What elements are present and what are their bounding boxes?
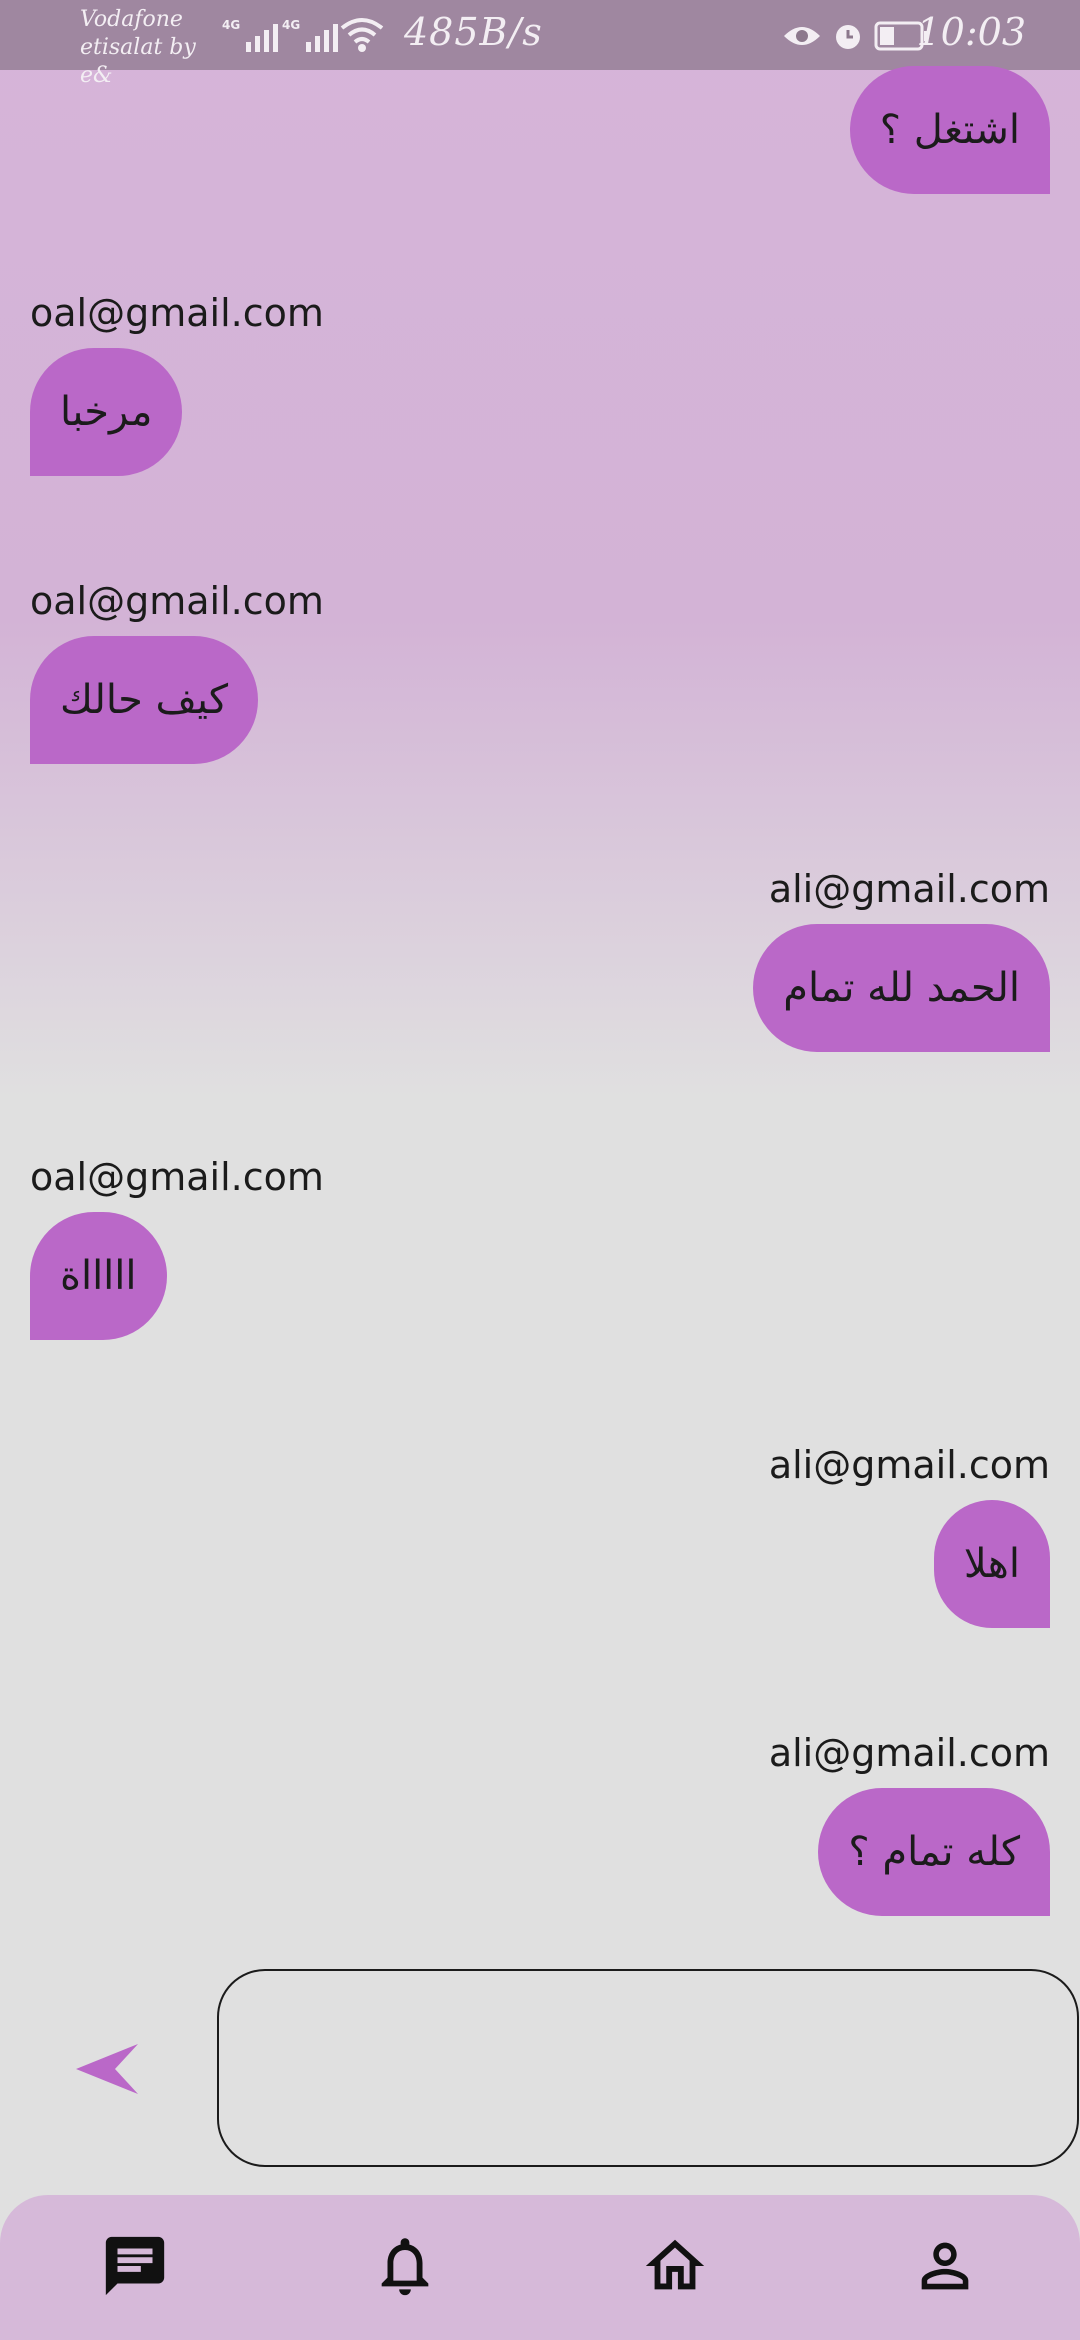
carrier-name: Vodafone etisalat by e& <box>80 6 230 90</box>
home-icon <box>645 2239 705 2290</box>
network-speed: 485B/s <box>404 10 543 54</box>
eye-icon <box>784 27 820 45</box>
signal-strength-icon: 4G <box>222 18 279 52</box>
message-bubble[interactable]: كيف حالك <box>30 636 259 764</box>
message-sender: ali@gmail.com <box>768 1443 1050 1487</box>
clock: 10:03 <box>916 10 1026 54</box>
carrier-line-2: etisalat by e& <box>80 35 196 88</box>
profile-icon <box>921 2242 969 2290</box>
wifi-icon <box>340 18 384 52</box>
message-item: ali@gmail.com كله تمام ؟ <box>769 1730 1050 1916</box>
bottom-navigation <box>0 2195 1080 2340</box>
message-sender: ali@gmail.com <box>768 1731 1050 1775</box>
message-sender: ali@gmail.com <box>768 867 1050 911</box>
nav-notifications[interactable] <box>370 2231 440 2301</box>
status-icons <box>782 16 930 56</box>
message-sender: oal@gmail.com <box>30 291 324 335</box>
message-item: اشتغل ؟ <box>849 66 1050 194</box>
network-type-label-2: 4G <box>282 18 301 32</box>
send-icon[interactable] <box>70 2038 144 2100</box>
message-sender: oal@gmail.com <box>30 579 324 623</box>
message-bubble[interactable]: اااااة <box>30 1212 167 1340</box>
alarm-icon <box>836 25 860 49</box>
message-bubble[interactable]: كله تمام ؟ <box>818 1788 1050 1916</box>
message-bubble[interactable]: اهلا <box>933 1500 1050 1628</box>
message-input[interactable] <box>217 1969 1079 2167</box>
chat-icon <box>105 2236 165 2296</box>
status-bar: Vodafone etisalat by e& 4G 4G 485B/s 10:… <box>0 0 1080 88</box>
carrier-line-1: Vodafone <box>80 7 183 32</box>
message-item: oal@gmail.com مرخبا <box>30 290 324 476</box>
nav-home[interactable] <box>640 2231 710 2301</box>
message-item: oal@gmail.com اااااة <box>30 1154 324 1340</box>
bell-icon <box>381 2238 429 2296</box>
nav-chat[interactable] <box>100 2231 170 2301</box>
message-item: ali@gmail.com اهلا <box>769 1442 1050 1628</box>
message-bubble[interactable]: مرخبا <box>30 348 183 476</box>
message-sender: oal@gmail.com <box>30 1155 324 1199</box>
nav-profile[interactable] <box>910 2231 980 2301</box>
message-bubble[interactable]: اشتغل ؟ <box>849 66 1050 194</box>
message-item: oal@gmail.com كيف حالك <box>30 578 324 764</box>
signal-strength-icon-2: 4G <box>282 18 339 52</box>
message-bubble[interactable]: الحمد لله تمام <box>753 924 1050 1052</box>
network-type-label: 4G <box>222 18 241 32</box>
message-item: ali@gmail.com الحمد لله تمام <box>753 866 1050 1052</box>
